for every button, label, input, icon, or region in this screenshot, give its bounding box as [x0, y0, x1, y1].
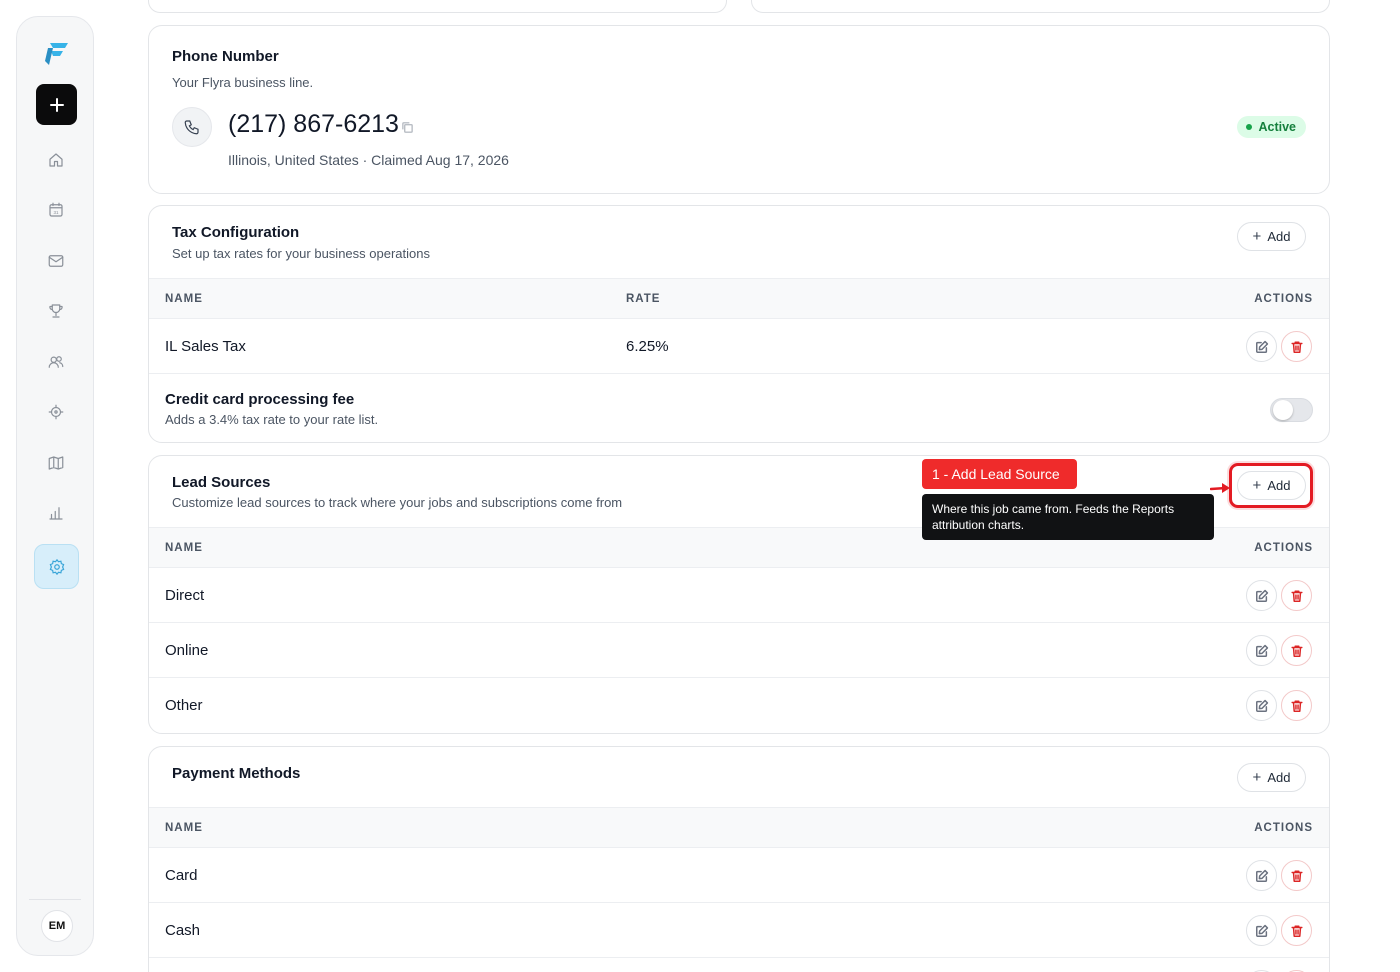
fee-title: Credit card processing fee [165, 391, 355, 408]
edit-icon [1255, 699, 1268, 712]
previous-card-right [751, 0, 1330, 13]
sidebar-divider [29, 899, 81, 900]
table-row: Cash [149, 903, 1329, 958]
payment-method-name: Cash [165, 922, 201, 939]
trash-icon [1290, 699, 1303, 712]
plus-icon [49, 97, 64, 112]
svg-text:31: 31 [53, 210, 59, 215]
delete-button[interactable] [1281, 635, 1312, 666]
table-header: NAME RATE ACTIONS [149, 278, 1329, 319]
add-tax-button[interactable]: + Add [1237, 222, 1306, 251]
column-header: NAME [165, 822, 203, 834]
card-title: Payment Methods [172, 765, 301, 782]
delete-button[interactable] [1281, 860, 1312, 891]
phone-number-card: Phone Number Your Flyra business line. (… [148, 25, 1330, 194]
tour-tooltip: Where this job came from. Feeds the Repo… [922, 494, 1214, 540]
fee-toggle[interactable] [1270, 398, 1313, 422]
lead-source-name: Online [165, 642, 209, 659]
table-row: Card [149, 848, 1329, 903]
plus-icon: + [1252, 769, 1262, 786]
settings-icon [49, 558, 64, 575]
sidebar: 31 EM [16, 16, 94, 956]
payment-methods-card: Payment Methods + Add NAME ACTIONS Card … [148, 746, 1330, 972]
delete-button[interactable] [1281, 580, 1312, 611]
status-label: Active [1258, 120, 1296, 134]
plus-icon: + [1252, 228, 1262, 245]
edit-button[interactable] [1246, 915, 1277, 946]
tour-highlight-ring [1229, 463, 1313, 508]
card-subtitle: Your Flyra business line. [172, 75, 314, 90]
tax-name: IL Sales Tax [165, 338, 246, 355]
table-row: Other [149, 678, 1329, 733]
phone-icon [172, 107, 212, 147]
trash-icon [1290, 589, 1303, 602]
copy-icon[interactable] [401, 121, 414, 134]
create-new-button[interactable] [36, 84, 77, 125]
trophy-icon[interactable] [44, 299, 68, 323]
status-badge: Active [1237, 116, 1306, 138]
column-header: NAME [165, 542, 203, 554]
add-payment-method-button[interactable]: + Add [1237, 763, 1306, 792]
card-title: Tax Configuration [172, 224, 300, 241]
edit-button[interactable] [1246, 331, 1277, 362]
lead-source-name: Direct [165, 587, 205, 604]
delete-button[interactable] [1281, 331, 1312, 362]
column-header: NAME [165, 293, 203, 305]
table-row: Online [149, 623, 1329, 678]
edit-icon [1255, 340, 1268, 353]
edit-icon [1255, 869, 1268, 882]
edit-button[interactable] [1246, 635, 1277, 666]
phone-number: (217) 867-6213 [228, 110, 399, 138]
previous-card-left [148, 0, 727, 13]
edit-button[interactable] [1246, 580, 1277, 611]
avatar[interactable]: EM [41, 910, 73, 942]
calendar-icon[interactable]: 31 [44, 198, 68, 222]
map-icon[interactable] [44, 451, 68, 475]
table-row: IL Sales Tax 6.25% [149, 319, 1329, 374]
table-row [149, 958, 1329, 972]
mail-icon[interactable] [44, 249, 68, 273]
payment-method-name: Card [165, 867, 198, 884]
edit-button[interactable] [1246, 860, 1277, 891]
column-header: ACTIONS [1254, 293, 1313, 305]
edit-icon [1255, 589, 1268, 602]
table-header: NAME ACTIONS [149, 807, 1329, 848]
add-button-label: Add [1267, 229, 1291, 244]
tax-configuration-card: Tax Configuration Set up tax rates for y… [148, 205, 1330, 443]
chart-icon[interactable] [44, 501, 68, 525]
lead-source-name: Other [165, 697, 203, 714]
column-header: ACTIONS [1254, 542, 1313, 554]
target-icon[interactable] [44, 400, 68, 424]
trash-icon [1290, 869, 1303, 882]
edit-button[interactable] [1246, 690, 1277, 721]
toggle-knob [1273, 400, 1293, 420]
add-button-label: Add [1267, 770, 1291, 785]
trash-icon [1290, 924, 1303, 937]
card-title: Phone Number [172, 48, 279, 65]
card-subtitle: Set up tax rates for your business opera… [172, 246, 430, 261]
edit-icon [1255, 924, 1268, 937]
fee-description: Adds a 3.4% tax rate to your rate list. [165, 412, 379, 427]
phone-location: Illinois, United States · Claimed Aug 17… [228, 152, 509, 168]
tax-rate: 6.25% [626, 338, 669, 355]
delete-button[interactable] [1281, 915, 1312, 946]
tour-arrow-icon [1210, 483, 1230, 493]
card-title: Lead Sources [172, 474, 271, 491]
home-icon[interactable] [44, 148, 68, 172]
tour-step-label: 1 - Add Lead Source [922, 459, 1077, 489]
column-header: ACTIONS [1254, 822, 1313, 834]
trash-icon [1290, 644, 1303, 657]
settings-nav-item[interactable] [34, 544, 79, 589]
status-dot-icon [1246, 124, 1253, 130]
flyra-logo[interactable] [42, 39, 70, 67]
table-row: Direct [149, 568, 1329, 623]
edit-icon [1255, 644, 1268, 657]
column-header: RATE [626, 293, 661, 305]
trash-icon [1290, 340, 1303, 353]
card-subtitle: Customize lead sources to track where yo… [172, 495, 623, 510]
users-icon[interactable] [44, 350, 68, 374]
delete-button[interactable] [1281, 690, 1312, 721]
